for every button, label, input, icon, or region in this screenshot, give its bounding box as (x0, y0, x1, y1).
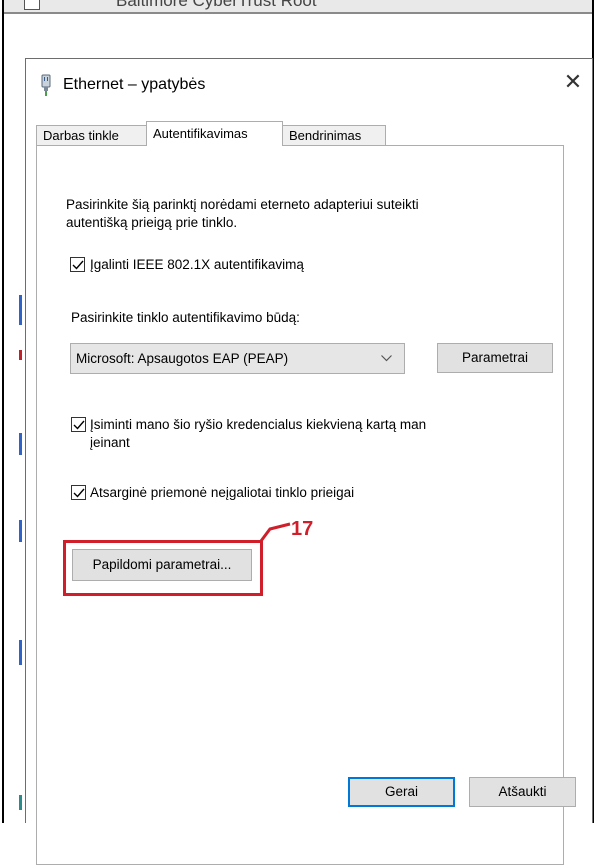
edge-marker (19, 520, 22, 542)
description-line-2: autentišką prieigą prie tinklo. (66, 215, 238, 230)
network-adapter-icon (41, 74, 51, 96)
remember-credentials-label-2: įeinant (90, 435, 130, 450)
tab-networking[interactable]: Darbas tinkle (36, 125, 147, 145)
chevron-down-icon (381, 355, 392, 362)
fallback-access-label: Atsarginė priemonė neįgaliotai tinklo pr… (90, 485, 355, 500)
dialog-titlebar: Ethernet – ypatybės ✕ (26, 59, 592, 117)
tab-sharing[interactable]: Bendrinimas (282, 125, 386, 145)
close-button[interactable]: ✕ (559, 69, 587, 97)
background-window-title: Baltimore CyberTrust Root (116, 0, 317, 10)
highlight-box (63, 540, 263, 596)
cancel-button[interactable]: Atšaukti (469, 777, 576, 807)
remember-credentials-label-1: Įsiminti mano šio ryšio kredencialus kie… (90, 417, 427, 432)
settings-button[interactable]: Parametrai (437, 343, 553, 373)
tab-authentication[interactable]: Autentifikavimas (146, 121, 283, 146)
checkmark-icon (72, 260, 84, 270)
checkmark-icon (73, 488, 85, 498)
step-number-label: 17 (291, 518, 314, 540)
auth-method-label: Pasirinkite tinklo autentifikavimo būdą: (71, 310, 300, 325)
edge-marker (19, 295, 22, 325)
edge-marker (19, 433, 22, 455)
auth-method-value: Microsoft: Apsaugotos EAP (PEAP) (76, 351, 289, 366)
enable-8021x-label: Įgalinti IEEE 802.1X autentifikavimą (90, 257, 304, 272)
properties-dialog: Ethernet – ypatybės ✕ Darbas tinkle Aute… (25, 58, 593, 865)
background-checkbox (24, 0, 40, 10)
authentication-panel (36, 145, 564, 865)
fallback-access-checkbox[interactable] (71, 485, 86, 500)
checkmark-icon (73, 420, 85, 430)
ok-button[interactable]: Gerai (348, 777, 455, 807)
auth-method-select[interactable]: Microsoft: Apsaugotos EAP (PEAP) (70, 343, 405, 374)
edge-marker (19, 350, 22, 360)
dialog-title: Ethernet – ypatybės (63, 76, 206, 93)
background-window-strip: Baltimore CyberTrust Root (4, 0, 592, 14)
edge-marker (19, 795, 22, 810)
description-line-1: Pasirinkite šią parinktį norėdami eterne… (66, 197, 419, 212)
edge-marker (19, 640, 22, 665)
enable-8021x-checkbox[interactable] (70, 257, 85, 272)
remember-credentials-checkbox[interactable] (71, 417, 86, 432)
